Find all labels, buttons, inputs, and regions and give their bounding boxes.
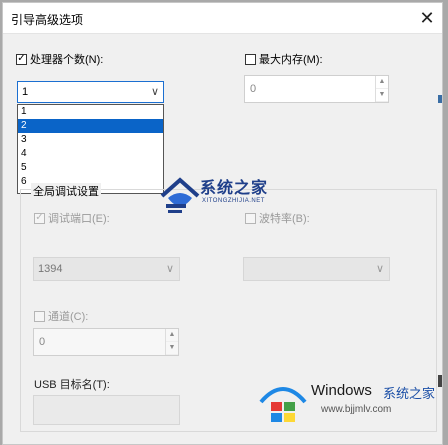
windows-house-icon — [259, 387, 307, 422]
max-memory-spinbox[interactable]: 0 ▲ ▼ — [244, 75, 389, 103]
debug-port-checkbox[interactable]: ✓ — [34, 212, 45, 224]
usb-target-label: USB 目标名(T): — [34, 379, 110, 391]
watermark-logo-xitongzhijia: 系统之家 XITONGZHIJIA.NET — [158, 170, 278, 230]
watermark-windows-logo: Windows 系统之家 www.bjjmlv.com — [255, 374, 445, 440]
debug-port-label: 调试端口(E): — [48, 213, 110, 225]
dropdown-option[interactable]: 3 — [18, 133, 163, 147]
dropdown-option[interactable]: 5 — [18, 161, 163, 175]
titlebar: 引导高级选项 ✕ — [3, 3, 442, 34]
chevron-down-icon: ∨ — [165, 263, 174, 275]
close-icon: ✕ — [419, 7, 435, 28]
processors-dropdown-list[interactable]: 1 2 3 4 5 6 — [17, 104, 164, 194]
dropdown-option[interactable]: 1 — [18, 105, 163, 119]
scroll-indicator — [438, 95, 442, 103]
processors-value: 1 — [22, 86, 29, 98]
baud-rate-combobox[interactable]: ∨ — [243, 257, 390, 281]
max-memory-checkbox-row[interactable]: 最大内存(M): — [245, 51, 323, 67]
close-button[interactable]: ✕ — [412, 3, 442, 33]
spin-buttons[interactable]: ▲ ▼ — [165, 329, 178, 355]
chevron-down-icon: ∨ — [375, 263, 384, 275]
usb-target-input[interactable] — [33, 395, 180, 425]
processors-combobox[interactable]: 1 ∨ — [17, 81, 164, 103]
window-title: 引导高级选项 — [11, 13, 84, 27]
processors-checkbox[interactable]: ✓ — [16, 53, 27, 65]
watermark-title: 系统之家 — [200, 180, 269, 197]
watermark-cn-text: 系统之家 — [383, 386, 436, 401]
debug-port-combobox[interactable]: 1394 ∨ — [33, 257, 180, 281]
spin-up-icon[interactable]: ▲ — [376, 76, 388, 89]
channel-checkbox-row[interactable]: 通道(C): — [34, 308, 88, 324]
processors-label: 处理器个数(N): — [30, 54, 104, 66]
debug-port-checkbox-row[interactable]: ✓ 调试端口(E): — [34, 210, 110, 226]
watermark-windows-text: Windows — [311, 382, 372, 399]
channel-checkbox[interactable] — [34, 310, 45, 322]
watermark-url: www.bjjmlv.com — [321, 404, 392, 415]
dropdown-option[interactable]: 4 — [18, 147, 163, 161]
house-logo-icon — [160, 177, 200, 213]
max-memory-label: 最大内存(M): — [259, 54, 323, 66]
max-memory-value: 0 — [250, 83, 257, 95]
max-memory-checkbox[interactable] — [245, 53, 256, 65]
processors-checkbox-row[interactable]: ✓ 处理器个数(N): — [16, 51, 103, 67]
channel-label: 通道(C): — [48, 311, 89, 323]
spin-down-icon[interactable]: ▼ — [166, 342, 178, 355]
chevron-down-icon: ∨ — [150, 86, 159, 98]
spin-down-icon[interactable]: ▼ — [376, 89, 388, 102]
channel-value: 0 — [39, 336, 46, 348]
debug-port-value: 1394 — [38, 263, 63, 275]
spin-up-icon[interactable]: ▲ — [166, 329, 178, 342]
channel-spinbox[interactable]: 0 ▲ ▼ — [33, 328, 179, 356]
global-debug-title: 全局调试设置 — [31, 183, 101, 199]
spin-buttons[interactable]: ▲ ▼ — [375, 76, 388, 102]
dropdown-option-selected[interactable]: 2 — [18, 119, 163, 133]
watermark-subtitle: XITONGZHIJIA.NET — [202, 198, 265, 204]
